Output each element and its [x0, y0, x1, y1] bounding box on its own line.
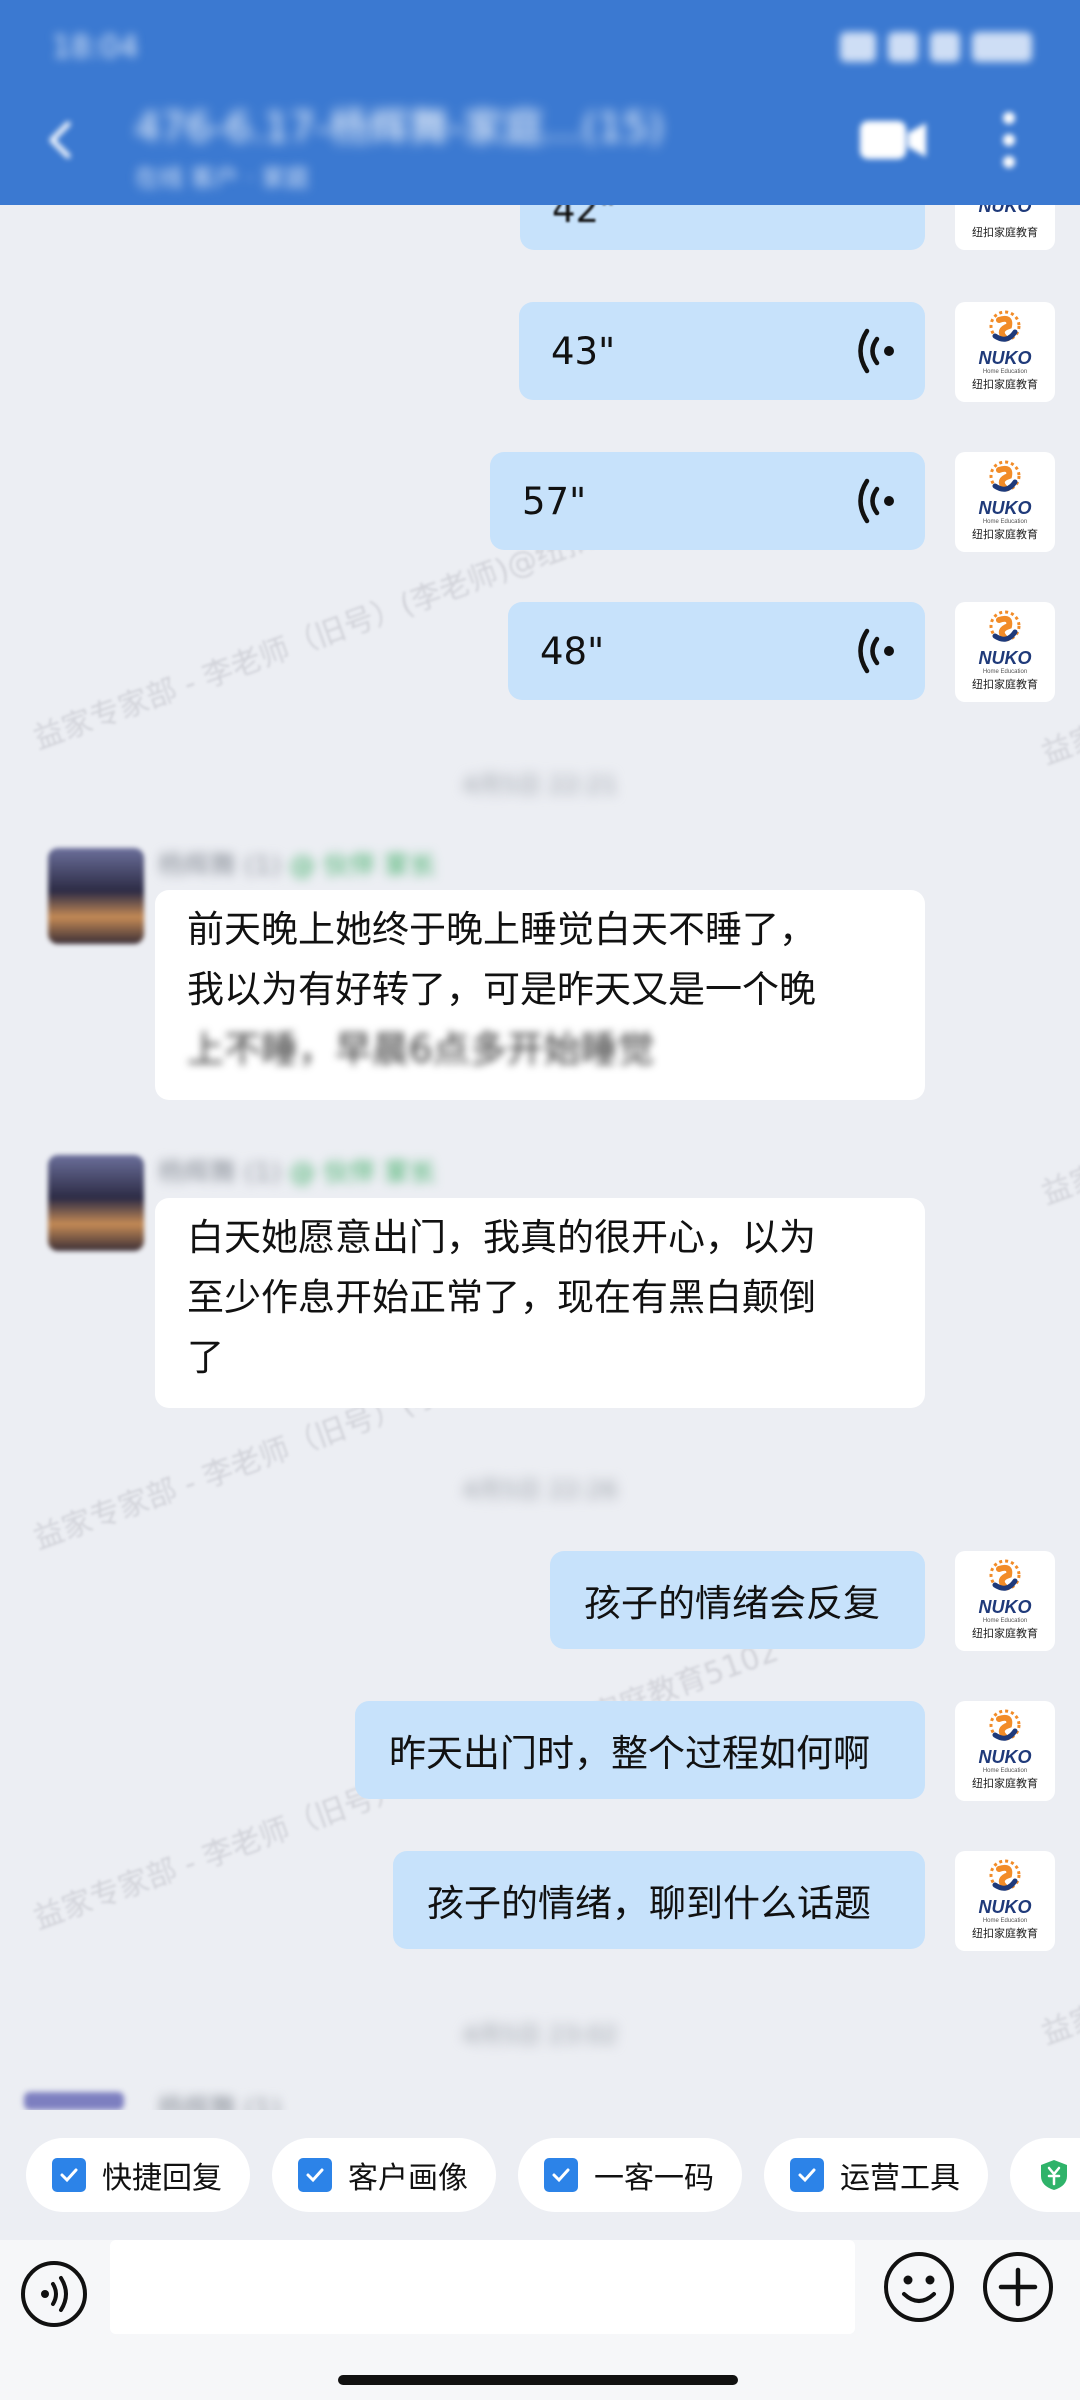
- message-line: 我以为有好转了，可是昨天又是一个晚: [187, 968, 816, 1011]
- input-bar: [0, 2240, 1080, 2400]
- time-separator: 4月5日 22:26: [462, 1476, 618, 1504]
- svg-text:Home Education: Home Education: [983, 1918, 1027, 1924]
- sender-name: 杨辉舞 (1) @ 伙伴 家长: [158, 1158, 436, 1188]
- status-icons: [840, 32, 1032, 62]
- avatar[interactable]: NUKO Home Education 纽扣家庭教育: [955, 302, 1055, 402]
- message-text: 昨天出门时，整个过程如何啊: [389, 1732, 870, 1775]
- nuko-logo-icon: NUKO Home Education 纽扣家庭教育: [972, 460, 1038, 541]
- emoji-icon[interactable]: [882, 2250, 956, 2324]
- message-bubble[interactable]: 昨天出门时，整个过程如何啊: [355, 1701, 925, 1799]
- quick-actions-bar: 快捷回复 客户画像 一客一码 运营工具: [0, 2110, 1080, 2240]
- message-line: 前天晚上她终于晚上睡觉白天不睡了，: [187, 908, 816, 951]
- chat-header: 18:04 476-6.17-杨辉舞-家庭...(15) 在线 客户 · 家庭: [0, 0, 1080, 205]
- message-list[interactable]: 42" NUKO 纽扣家庭教育 43" NUKO Home Education …: [0, 0, 1080, 2124]
- chip-label: 快捷回复: [102, 2161, 222, 2196]
- svg-text:NUKO: NUKO: [979, 498, 1032, 518]
- nuko-logo-icon: NUKO Home Education 纽扣家庭教育: [972, 310, 1038, 391]
- svg-text:纽扣家庭教育: 纽扣家庭教育: [972, 677, 1038, 691]
- customer-code-button[interactable]: 一客一码: [518, 2138, 742, 2212]
- voice-wave-icon: [858, 478, 894, 524]
- chat-title[interactable]: 476-6.17-杨辉舞-家庭...(15): [135, 95, 664, 153]
- more-options-icon[interactable]: [1002, 110, 1016, 170]
- shield-yuan-icon: [1041, 2160, 1067, 2190]
- home-indicator[interactable]: [338, 2375, 738, 2385]
- chat-subtitle: 在线 客户 · 家庭: [135, 164, 310, 192]
- avatar[interactable]: NUKO Home Education 纽扣家庭教育: [955, 1551, 1055, 1651]
- operations-tools-button[interactable]: 运营工具: [764, 2138, 988, 2212]
- nuko-logo-icon: NUKO Home Education 纽扣家庭教育: [972, 1709, 1038, 1790]
- svg-text:纽扣家庭教育: 纽扣家庭教育: [972, 1776, 1038, 1790]
- video-call-icon[interactable]: [858, 115, 928, 165]
- svg-text:NUKO: NUKO: [979, 648, 1032, 668]
- nuko-logo-icon: NUKO Home Education 纽扣家庭教育: [972, 1559, 1038, 1640]
- customer-profile-button[interactable]: 客户画像: [272, 2138, 496, 2212]
- svg-text:纽扣家庭教育: 纽扣家庭教育: [972, 1626, 1038, 1640]
- chip-label: 一客一码: [594, 2161, 714, 2196]
- message-bubble[interactable]: 孩子的情绪会反复: [550, 1551, 925, 1649]
- checkbox-icon: [790, 2158, 824, 2192]
- message-bubble[interactable]: 孩子的情绪，聊到什么话题: [393, 1851, 925, 1949]
- svg-text:纽扣家庭教育: 纽扣家庭教育: [972, 225, 1038, 239]
- svg-text:Home Education: Home Education: [983, 1618, 1027, 1624]
- voice-duration: 57": [522, 479, 587, 523]
- chip-label: 客户画像: [348, 2161, 468, 2196]
- svg-text:NUKO: NUKO: [979, 1597, 1032, 1617]
- time-separator: 4月5日 22:21: [462, 771, 618, 799]
- avatar[interactable]: [48, 848, 144, 944]
- message-input[interactable]: [110, 2240, 855, 2334]
- avatar[interactable]: NUKO Home Education 纽扣家庭教育: [955, 1701, 1055, 1801]
- message-line: 白天她愿意出门，我真的很开心，以为: [187, 1216, 816, 1259]
- status-time: 18:04: [52, 30, 139, 65]
- chip-label: 运营工具: [840, 2161, 960, 2196]
- message-line: 至少作息开始正常了，现在有黑白颠倒: [187, 1276, 816, 1319]
- svg-text:Home Education: Home Education: [983, 369, 1027, 375]
- avatar[interactable]: NUKO Home Education 纽扣家庭教育: [955, 1851, 1055, 1951]
- voice-message[interactable]: 57": [490, 452, 925, 550]
- more-chip-button[interactable]: [1010, 2138, 1080, 2212]
- svg-text:Home Education: Home Education: [983, 1768, 1027, 1774]
- back-arrow-icon[interactable]: [40, 118, 84, 162]
- voice-duration: 43": [551, 329, 616, 373]
- message-text: 孩子的情绪会反复: [584, 1582, 880, 1625]
- message-line: 了: [187, 1336, 224, 1379]
- svg-text:NUKO: NUKO: [979, 1747, 1032, 1767]
- svg-text:NUKO: NUKO: [979, 1897, 1032, 1917]
- avatar[interactable]: NUKO Home Education 纽扣家庭教育: [955, 602, 1055, 702]
- message-line: 上不睡，早晨6点多开始睡觉: [187, 1028, 655, 1071]
- checkbox-icon: [52, 2158, 86, 2192]
- checkbox-icon: [544, 2158, 578, 2192]
- svg-text:纽扣家庭教育: 纽扣家庭教育: [972, 527, 1038, 541]
- message-bubble[interactable]: 白天她愿意出门，我真的很开心，以为 至少作息开始正常了，现在有黑白颠倒 了: [155, 1198, 925, 1408]
- voice-message[interactable]: 48": [508, 602, 925, 700]
- avatar[interactable]: [24, 2092, 124, 2110]
- plus-icon[interactable]: [981, 2250, 1055, 2324]
- sender-name: 杨辉舞 (1) @ 伙伴 家长: [158, 851, 436, 881]
- svg-text:纽扣家庭教育: 纽扣家庭教育: [972, 1926, 1038, 1940]
- message-bubble[interactable]: 前天晚上她终于晚上睡觉白天不睡了， 我以为有好转了，可是昨天又是一个晚 上不睡，…: [155, 890, 925, 1100]
- time-separator: 4月5日 23:02: [462, 2021, 618, 2049]
- checkbox-icon: [298, 2158, 332, 2192]
- voice-wave-icon: [858, 328, 894, 374]
- message-text: 孩子的情绪，聊到什么话题: [427, 1882, 871, 1925]
- voice-input-icon[interactable]: [20, 2260, 88, 2328]
- svg-text:NUKO: NUKO: [979, 348, 1032, 368]
- svg-text:Home Education: Home Education: [983, 669, 1027, 675]
- voice-wave-icon: [858, 628, 894, 674]
- avatar[interactable]: NUKO Home Education 纽扣家庭教育: [955, 452, 1055, 552]
- quick-reply-button[interactable]: 快捷回复: [26, 2138, 250, 2212]
- nuko-logo-icon: NUKO Home Education 纽扣家庭教育: [972, 610, 1038, 691]
- voice-duration: 48": [540, 629, 605, 673]
- avatar[interactable]: [48, 1155, 144, 1251]
- voice-message[interactable]: 43": [519, 302, 925, 400]
- svg-text:Home Education: Home Education: [983, 519, 1027, 525]
- nuko-logo-icon: NUKO Home Education 纽扣家庭教育: [972, 1859, 1038, 1940]
- svg-text:纽扣家庭教育: 纽扣家庭教育: [972, 377, 1038, 391]
